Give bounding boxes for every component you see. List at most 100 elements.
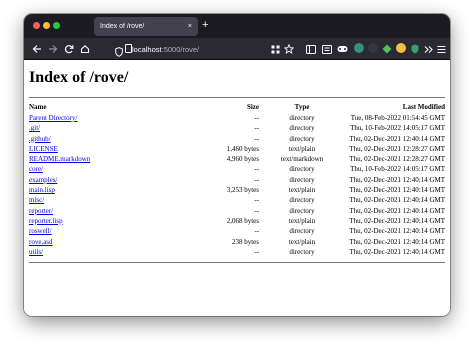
size-cell: -- <box>254 124 259 133</box>
column-header-modified: Last Modified <box>402 103 445 111</box>
new-tab-button[interactable]: + <box>202 19 208 31</box>
modified-cell: Thu, 02-Dec-2021 12:40:14 GMT <box>349 206 445 215</box>
name-cell: main.lisp <box>29 185 179 195</box>
table-header-row: Name Size Type Last Modified <box>29 102 445 113</box>
size-cell: 4,960 bytes <box>226 155 259 164</box>
page-title: Index of /rove/ <box>29 69 129 86</box>
url-text[interactable]: localhost:5000/rove/ <box>132 45 199 54</box>
table-row: misc/ -- directory Thu, 02-Dec-2021 12:40:1… <box>29 195 445 205</box>
type-cell: directory <box>289 196 315 205</box>
file-link[interactable]: rove.asd <box>29 238 53 246</box>
table-row: reporter/ -- directory Thu, 02-Dec-2021 12:… <box>29 206 445 216</box>
table-row: main.lisp 3,253 bytes text/plain Thu, 02-De… <box>29 185 445 195</box>
tab-active[interactable]: Index of /rove/ × <box>94 17 198 36</box>
extension-2-icon[interactable] <box>368 43 378 53</box>
size-cell: -- <box>254 114 259 122</box>
window-maximize-button[interactable] <box>53 22 60 29</box>
table-row: core/ -- directory Thu, 10-Feb-2022 14:05:1… <box>29 164 445 174</box>
table-row: utils/ -- directory Thu, 02-Dec-2021 12:40:… <box>29 247 445 257</box>
game-icon[interactable] <box>337 42 348 56</box>
size-cell: -- <box>254 175 259 184</box>
modified-cell: Thu, 02-Dec-2021 12:28:27 GMT <box>349 155 445 164</box>
type-cell: text/markdown <box>280 155 324 164</box>
tab-strip: Index of /rove/ × + <box>24 14 450 38</box>
table-row: .git/ -- directory Thu, 10-Feb-2022 14:05:1… <box>29 123 445 133</box>
browser-window: Index of /rove/ × + localhost:5000/rove/ <box>24 14 450 316</box>
size-cell: -- <box>254 165 259 174</box>
modified-cell: Thu, 02-Dec-2021 12:40:14 GMT <box>349 134 445 143</box>
type-cell: text/plain <box>288 186 316 195</box>
table-row: README.markdown 4,960 bytes text/markdown T… <box>29 154 445 164</box>
modified-cell: Thu, 02-Dec-2021 12:40:14 GMT <box>349 237 445 246</box>
type-cell: directory <box>289 114 315 122</box>
modified-cell: Thu, 02-Dec-2021 12:40:14 GMT <box>349 247 445 256</box>
file-link[interactable]: LICENSE <box>29 145 58 153</box>
forward-icon[interactable] <box>48 42 58 56</box>
type-cell: directory <box>289 124 315 133</box>
name-cell: core/ <box>29 164 179 174</box>
file-link[interactable]: README.markdown <box>29 155 90 163</box>
type-cell: directory <box>289 165 315 174</box>
tab-title: Index of /rove/ <box>100 23 145 30</box>
modified-cell: Thu, 02-Dec-2021 12:40:14 GMT <box>349 186 445 195</box>
extension-shield-icon[interactable] <box>411 42 419 56</box>
file-link[interactable]: Parent Directory/ <box>29 114 77 122</box>
file-link[interactable]: main.lisp <box>29 186 55 194</box>
column-header-name: Name <box>29 103 47 111</box>
directory-listing: Name Size Type Last Modified Parent Dire… <box>29 102 445 257</box>
shield-icon[interactable] <box>115 44 123 57</box>
overflow-icon[interactable] <box>424 42 433 56</box>
window-minimize-button[interactable] <box>43 22 50 29</box>
table-row: .github/ -- directory Thu, 02-Dec-2021 12:4… <box>29 134 445 144</box>
bookmark-star-icon[interactable] <box>284 42 294 56</box>
name-cell: reporter/ <box>29 206 179 216</box>
qr-code-icon[interactable] <box>271 42 280 56</box>
name-cell: utils/ <box>29 247 179 257</box>
type-cell: text/plain <box>288 144 316 153</box>
modified-cell: Thu, 02-Dec-2021 12:40:14 GMT <box>349 196 445 205</box>
divider-top <box>29 97 445 98</box>
file-link[interactable]: reporter/ <box>29 207 53 215</box>
type-cell: directory <box>289 134 315 143</box>
url-host: localhost <box>132 44 162 54</box>
menu-icon[interactable] <box>437 42 446 56</box>
size-cell: -- <box>254 134 259 143</box>
extension-diamond-icon[interactable] <box>382 42 392 56</box>
reader-icon[interactable] <box>322 42 332 56</box>
extension-1-icon[interactable] <box>354 43 364 53</box>
file-link[interactable]: core/ <box>29 165 43 173</box>
type-cell: text/plain <box>288 237 316 246</box>
file-link[interactable]: roswell/ <box>29 227 52 235</box>
type-cell: directory <box>289 247 315 256</box>
file-link[interactable]: misc/ <box>29 196 44 204</box>
extension-3-icon[interactable] <box>396 43 406 53</box>
file-link[interactable]: .git/ <box>29 124 40 132</box>
table-body: Parent Directory/ -- directory Tue, 08-Feb-… <box>29 113 445 257</box>
file-link[interactable]: reporter.lisp <box>29 217 63 225</box>
page-content: Index of /rove/ Name Size Type Last Modi… <box>24 61 450 316</box>
file-link[interactable]: utils/ <box>29 248 43 256</box>
back-icon[interactable] <box>32 42 42 56</box>
file-link[interactable]: .github/ <box>29 135 51 143</box>
type-cell: text/plain <box>288 216 316 225</box>
size-cell: 3,253 bytes <box>226 186 259 195</box>
tab-close-icon[interactable]: × <box>188 23 192 30</box>
name-cell: reporter.lisp <box>29 216 179 226</box>
sidebar-icon[interactable] <box>306 42 316 56</box>
modified-cell: Thu, 10-Feb-2022 14:05:17 GMT <box>350 165 445 174</box>
reload-icon[interactable] <box>64 42 74 56</box>
modified-cell: Thu, 10-Feb-2022 14:05:17 GMT <box>350 124 445 133</box>
modified-cell: Thu, 02-Dec-2021 12:40:14 GMT <box>349 216 445 225</box>
table-row: rove.asd 238 bytes text/plain Thu, 02-Dec-2… <box>29 237 445 247</box>
page-icon[interactable] <box>125 44 132 53</box>
file-link[interactable]: examples/ <box>29 176 57 184</box>
url-path: :5000/rove/ <box>161 44 200 54</box>
size-cell: 1,460 bytes <box>226 144 259 153</box>
window-close-button[interactable] <box>33 22 40 29</box>
size-cell: -- <box>254 206 259 215</box>
size-cell: -- <box>254 247 259 256</box>
name-cell: LICENSE <box>29 144 179 154</box>
table-row: reporter.lisp 2,068 bytes text/plain Thu, 0… <box>29 216 445 226</box>
type-cell: directory <box>289 227 315 236</box>
home-icon[interactable] <box>80 42 90 56</box>
